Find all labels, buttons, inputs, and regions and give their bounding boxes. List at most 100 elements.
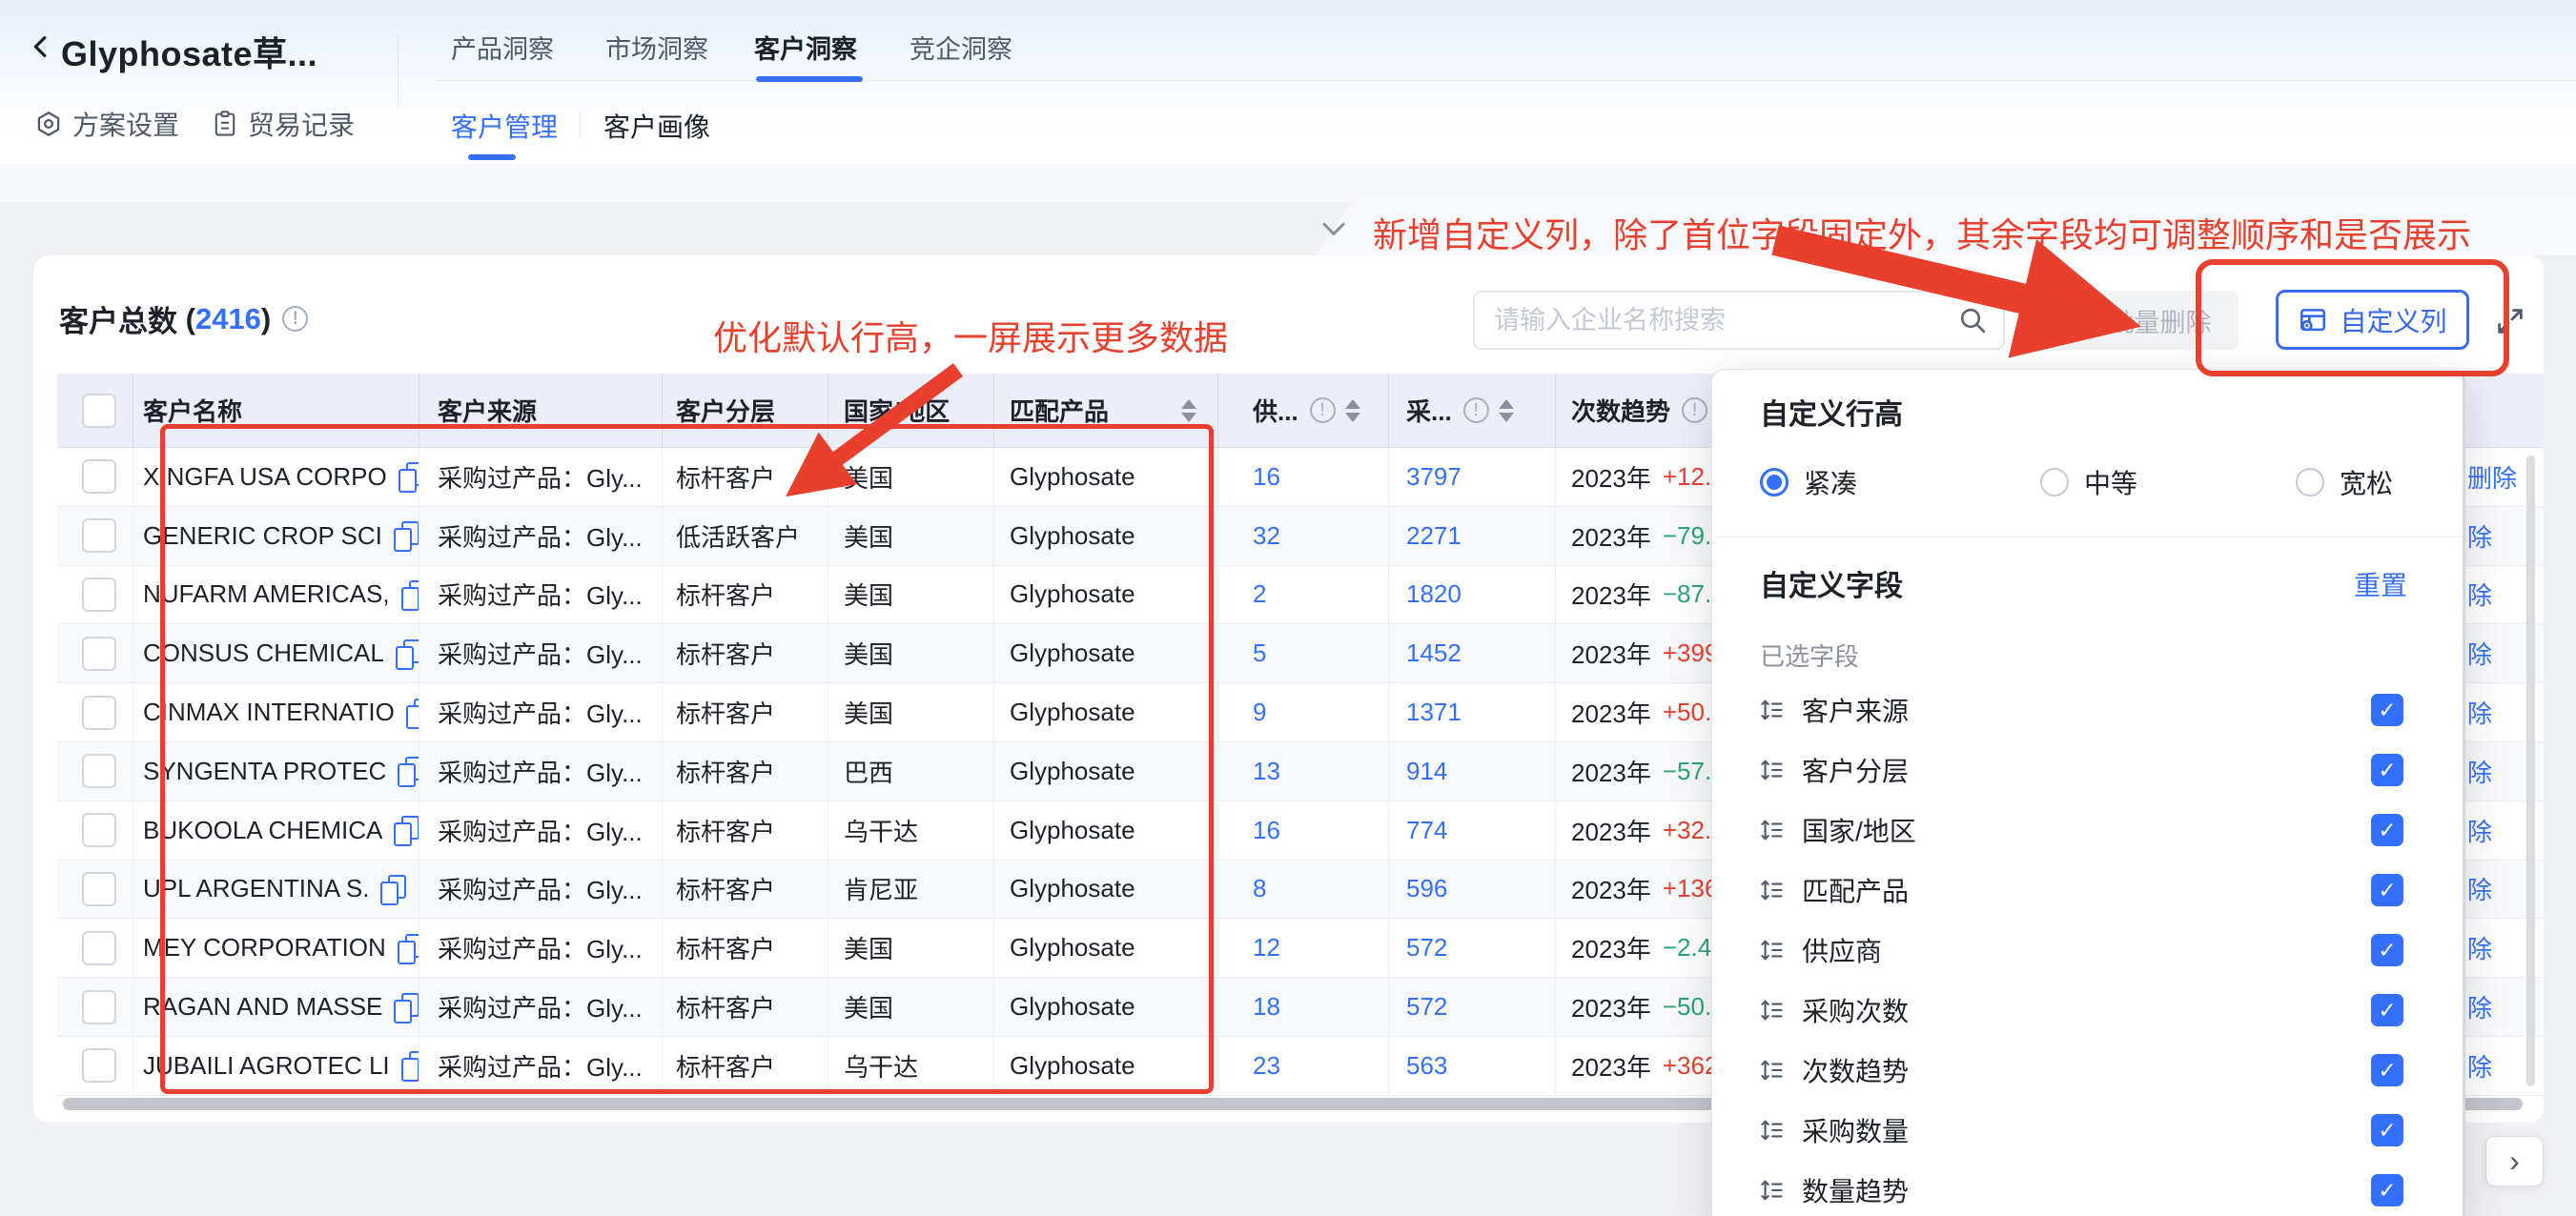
customer-name-link[interactable]: UPL ARGENTINA S.: [143, 874, 369, 903]
tab-competitor-insight[interactable]: 竞企洞察: [910, 29, 1012, 66]
field-checkbox-checked[interactable]: [2371, 814, 2403, 846]
field-checkbox-checked[interactable]: [2371, 994, 2403, 1026]
supplier-count-link[interactable]: 8: [1253, 874, 1266, 903]
field-checkbox-checked[interactable]: [2371, 1114, 2403, 1146]
info-icon[interactable]: [1682, 397, 1707, 423]
copy-icon[interactable]: [396, 755, 419, 787]
field-item[interactable]: 采购数量: [1712, 1100, 2463, 1160]
copy-icon[interactable]: [378, 873, 407, 905]
field-checkbox-checked[interactable]: [2371, 694, 2403, 726]
drag-handle-icon[interactable]: [1758, 697, 1785, 723]
field-item[interactable]: 匹配产品: [1712, 860, 2463, 920]
subtab-customer-profile[interactable]: 客户画像: [603, 107, 710, 145]
field-checkbox-checked[interactable]: [2371, 934, 2403, 966]
field-item[interactable]: 国家/地区: [1712, 800, 2463, 860]
copy-icon[interactable]: [399, 1049, 419, 1082]
copy-icon[interactable]: [397, 460, 419, 493]
supplier-count-link[interactable]: 5: [1253, 638, 1266, 668]
field-item[interactable]: 采购次数: [1712, 980, 2463, 1040]
purchase-times-link[interactable]: 1820: [1406, 579, 1462, 609]
supplier-count-link[interactable]: 16: [1253, 816, 1280, 845]
info-icon[interactable]: [1310, 397, 1336, 423]
customer-name-link[interactable]: NUFARM AMERICAS,: [143, 579, 390, 609]
purchase-times-link[interactable]: 1452: [1406, 638, 1462, 668]
reset-link[interactable]: 重置: [2354, 565, 2407, 603]
customer-name-link[interactable]: MEY CORPORATION: [143, 933, 386, 963]
customer-name-link[interactable]: JUBAILI AGROTEC LI: [143, 1051, 390, 1081]
copy-icon[interactable]: [392, 991, 419, 1023]
supplier-count-link[interactable]: 16: [1253, 462, 1280, 492]
row-checkbox[interactable]: [82, 754, 116, 788]
row-checkbox[interactable]: [82, 990, 116, 1024]
customer-name-link[interactable]: SYNGENTA PROTEC: [143, 757, 386, 786]
batch-delete-button[interactable]: 批量删除: [2045, 291, 2239, 350]
row-checkbox[interactable]: [82, 459, 116, 494]
customer-name-link[interactable]: XINGFA USA CORPO: [143, 462, 387, 492]
fullscreen-icon[interactable]: [2494, 305, 2526, 337]
subtab-customer-management[interactable]: 客户管理: [451, 107, 558, 145]
drag-handle-icon[interactable]: [1758, 817, 1785, 843]
customer-name-link[interactable]: GENERIC CROP SCI: [143, 521, 382, 551]
copy-icon[interactable]: [399, 578, 419, 611]
purchase-times-link[interactable]: 572: [1406, 933, 1447, 963]
row-checkbox[interactable]: [82, 518, 116, 553]
drag-handle-icon[interactable]: [1758, 997, 1785, 1023]
field-checkbox-checked[interactable]: [2371, 1054, 2403, 1086]
row-checkbox[interactable]: [82, 931, 116, 965]
trade-records-button[interactable]: 贸易记录: [212, 105, 355, 143]
drag-handle-icon[interactable]: [1758, 1057, 1785, 1084]
purchase-times-link[interactable]: 572: [1406, 992, 1447, 1022]
drag-handle-icon[interactable]: [1758, 937, 1785, 963]
search-input[interactable]: [1494, 306, 1957, 335]
customer-name-link[interactable]: BUKOOLA CHEMICA: [143, 816, 382, 845]
radio-loose[interactable]: 宽松: [2296, 463, 2393, 501]
row-checkbox[interactable]: [82, 637, 116, 671]
field-item[interactable]: 客户来源: [1712, 679, 2463, 740]
customer-name-link[interactable]: RAGAN AND MASSE: [143, 992, 382, 1022]
copy-icon[interactable]: [392, 519, 419, 552]
row-checkbox[interactable]: [82, 813, 116, 847]
customize-columns-button[interactable]: 自定义列: [2276, 290, 2469, 350]
supplier-count-link[interactable]: 32: [1253, 521, 1280, 551]
plan-settings-button[interactable]: 方案设置: [34, 105, 179, 143]
drag-handle-icon[interactable]: [1758, 877, 1785, 903]
purchase-times-link[interactable]: 774: [1406, 816, 1447, 845]
next-page-button[interactable]: ›: [2485, 1136, 2544, 1186]
supplier-count-link[interactable]: 23: [1253, 1051, 1280, 1081]
field-checkbox-checked[interactable]: [2371, 1174, 2403, 1206]
row-checkbox[interactable]: [82, 696, 116, 730]
field-checkbox-checked[interactable]: [2371, 874, 2403, 906]
sort-icon[interactable]: [1345, 399, 1360, 422]
tab-product-insight[interactable]: 产品洞察: [451, 29, 554, 66]
supplier-count-link[interactable]: 2: [1253, 579, 1266, 609]
row-checkbox[interactable]: [82, 1048, 116, 1083]
copy-icon[interactable]: [396, 932, 419, 964]
customer-name-link[interactable]: CONSUS CHEMICAL: [143, 638, 384, 668]
customer-name-link[interactable]: CINMAX INTERNATIO: [143, 698, 395, 727]
drag-handle-icon[interactable]: [1758, 1117, 1785, 1144]
supplier-count-link[interactable]: 12: [1253, 933, 1280, 963]
purchase-times-link[interactable]: 3797: [1406, 462, 1462, 492]
collapse-chevron-icon[interactable]: [1319, 215, 1348, 244]
tab-market-insight[interactable]: 市场洞察: [605, 29, 708, 66]
field-item[interactable]: 次数趋势: [1712, 1040, 2463, 1100]
delete-link[interactable]: 删除: [2467, 459, 2517, 495]
copy-icon[interactable]: [404, 697, 419, 729]
supplier-count-link[interactable]: 18: [1253, 992, 1280, 1022]
field-item[interactable]: 数量趋势: [1712, 1160, 2463, 1216]
field-item[interactable]: 客户分层: [1712, 740, 2463, 800]
purchase-times-link[interactable]: 563: [1406, 1051, 1447, 1081]
info-icon[interactable]: [1463, 397, 1489, 423]
row-checkbox[interactable]: [82, 578, 116, 612]
field-checkbox-checked[interactable]: [2371, 754, 2403, 786]
drag-handle-icon[interactable]: [1758, 757, 1785, 783]
row-checkbox[interactable]: [82, 872, 116, 906]
search-icon[interactable]: [1957, 305, 1988, 335]
sort-icon[interactable]: [1181, 399, 1196, 422]
tab-customer-insight[interactable]: 客户洞察: [754, 29, 857, 66]
radio-medium[interactable]: 中等: [2040, 463, 2137, 501]
table-vertical-scrollbar[interactable]: [2526, 456, 2535, 1086]
info-icon[interactable]: [282, 306, 308, 332]
purchase-times-link[interactable]: 596: [1406, 874, 1447, 903]
purchase-times-link[interactable]: 914: [1406, 757, 1447, 786]
